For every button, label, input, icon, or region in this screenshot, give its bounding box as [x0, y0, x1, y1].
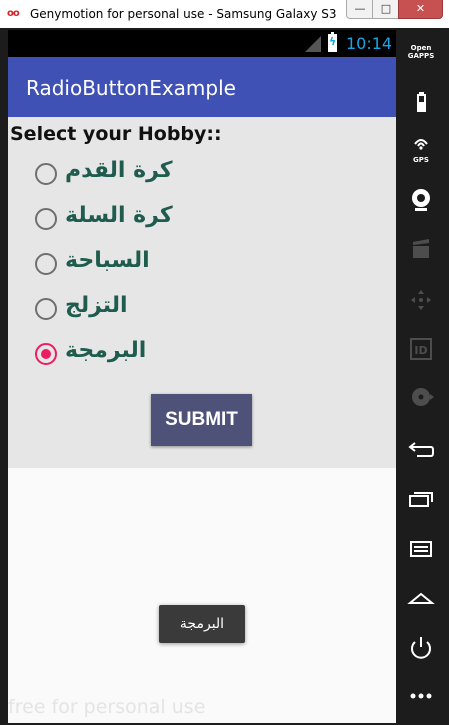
back-icon — [408, 442, 434, 457]
gps-icon — [414, 139, 428, 150]
radio-button-checked-icon[interactable] — [35, 343, 57, 365]
menu-button[interactable] — [397, 531, 445, 567]
device-id-label: ID — [414, 344, 427, 357]
more-icon — [410, 693, 432, 699]
webcam-icon — [412, 189, 430, 211]
window-title-bar: oo Genymotion for personal use - Samsung… — [0, 0, 449, 30]
minimize-button[interactable]: — — [346, 0, 374, 19]
genymotion-sidebar: Open GAPPS GPS ID — [397, 30, 445, 723]
home-icon — [407, 592, 435, 604]
radio-option-label[interactable]: السباحة — [65, 248, 150, 273]
close-button[interactable]: ✕ — [398, 0, 443, 19]
signal-icon — [305, 36, 321, 52]
radio-option-label[interactable]: كرة القدم — [65, 158, 173, 183]
device-screen[interactable]: ϟ 10:14 RadioButtonExample Select your H… — [8, 30, 396, 723]
radio-button-icon[interactable] — [35, 208, 57, 230]
hobby-form: Select your Hobby:: كرة القدم كرة السلة … — [8, 117, 396, 468]
gps-label: GPS — [413, 156, 429, 164]
maximize-button[interactable]: □ — [372, 0, 400, 19]
radio-option-programming[interactable]: البرمجة — [35, 336, 235, 372]
radio-button-icon[interactable] — [35, 253, 57, 275]
open-gapps-line1: Open — [410, 44, 432, 52]
radio-option-label[interactable]: البرمجة — [65, 338, 146, 363]
radio-option-label[interactable]: كرة السلة — [65, 203, 173, 228]
personal-use-watermark: free for personal use — [8, 696, 206, 718]
remote-control-icon — [411, 290, 431, 310]
toast-message: البرمجة — [159, 605, 245, 643]
submit-button[interactable]: SUBMIT — [151, 394, 252, 446]
battery-icon — [417, 92, 426, 112]
disk-io-button[interactable] — [397, 379, 445, 415]
media-clapper-icon — [413, 239, 429, 258]
window-title: Genymotion for personal use - Samsung Ga… — [30, 7, 340, 21]
status-time: 10:14 — [346, 34, 393, 53]
app-bar: RadioButtonExample — [8, 57, 396, 117]
more-options-button[interactable] — [397, 678, 445, 714]
radio-button-icon[interactable] — [35, 163, 57, 185]
media-button[interactable] — [397, 232, 445, 268]
disk-io-icon — [412, 388, 434, 406]
recent-apps-button[interactable] — [397, 482, 445, 518]
power-icon — [411, 637, 431, 659]
battery-button[interactable] — [397, 86, 445, 122]
radio-option-skiing[interactable]: التزلج — [35, 291, 235, 327]
device-id-icon: ID — [410, 338, 432, 360]
remote-control-button[interactable] — [397, 282, 445, 318]
open-gapps-button[interactable]: Open GAPPS — [397, 44, 445, 80]
status-bar: ϟ 10:14 — [8, 30, 396, 57]
open-gapps-line2: GAPPS — [407, 52, 435, 60]
device-id-button[interactable]: ID — [397, 331, 445, 367]
app-title: RadioButtonExample — [26, 76, 236, 100]
radio-option-basketball[interactable]: كرة السلة — [35, 201, 235, 237]
back-button[interactable] — [397, 433, 445, 469]
charging-icon: ϟ — [329, 35, 337, 48]
open-gapps-icon: Open GAPPS — [397, 44, 445, 60]
radio-option-football[interactable]: كرة القدم — [35, 156, 235, 192]
genymotion-app-icon: oo — [7, 8, 20, 19]
home-button[interactable] — [397, 581, 445, 617]
radio-button-icon[interactable] — [35, 298, 57, 320]
hobby-prompt: Select your Hobby:: — [10, 123, 222, 145]
menu-icon — [410, 541, 432, 557]
radio-option-label[interactable]: التزلج — [65, 293, 128, 318]
recent-apps-icon — [409, 492, 433, 507]
radio-option-swimming[interactable]: السباحة — [35, 246, 235, 282]
webcam-button[interactable] — [397, 182, 445, 218]
gps-button[interactable]: GPS — [397, 134, 445, 170]
power-button[interactable] — [397, 630, 445, 666]
